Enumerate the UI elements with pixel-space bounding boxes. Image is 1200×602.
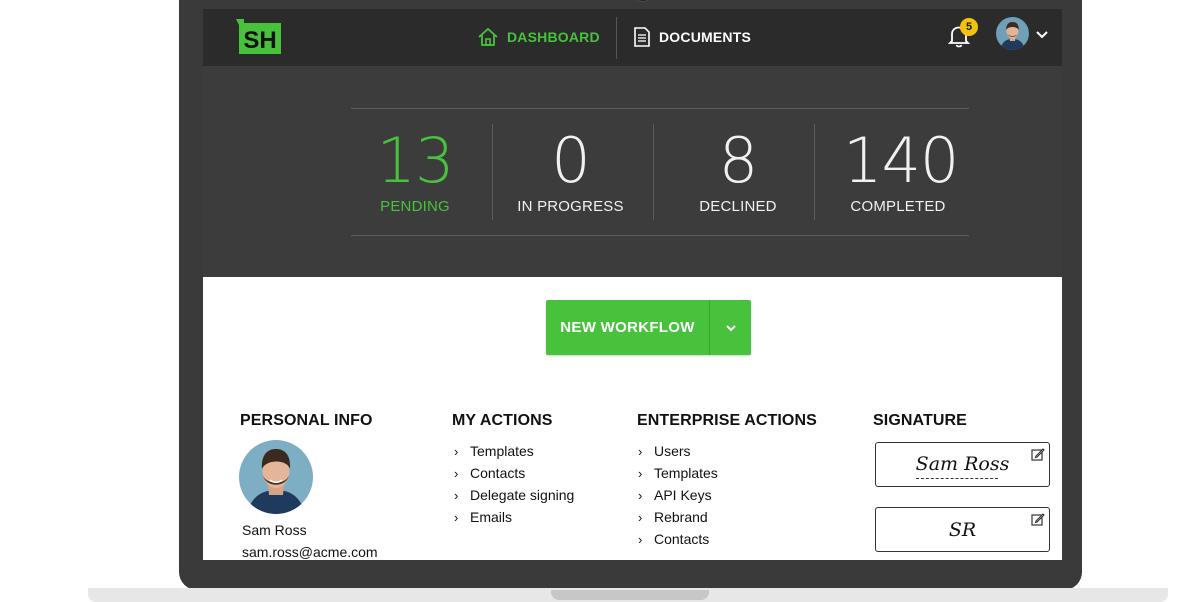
document-icon: [634, 27, 650, 47]
signature-full-box[interactable]: Sam Ross: [875, 442, 1050, 487]
signature-initials-text: SR: [948, 519, 977, 541]
signature-initials-box[interactable]: SR: [875, 507, 1050, 552]
workflow-dropdown-toggle[interactable]: [710, 300, 751, 355]
stats-top-rule: [351, 108, 969, 109]
stats-panel: 13 PENDING 0 IN PROGRESS 8 DECLINED 140 …: [203, 66, 1062, 277]
profile-email: sam.ross@acme.com: [242, 544, 378, 560]
my-actions-list: › Templates › Contacts › Delegate signing ›…: [454, 440, 574, 528]
list-item-label: Delegate signing: [470, 487, 575, 503]
home-icon: [478, 27, 498, 46]
list-item-label: Templates: [470, 443, 534, 459]
my-action-templates[interactable]: › Templates: [454, 440, 574, 462]
chevron-right-icon: ›: [454, 465, 459, 481]
my-actions-title: MY ACTIONS: [452, 412, 553, 429]
chevron-right-icon: ›: [454, 509, 459, 525]
stat-in-progress-label: IN PROGRESS: [517, 198, 624, 215]
my-action-contacts[interactable]: › Contacts: [454, 462, 574, 484]
enterprise-actions-title: ENTERPRISE ACTIONS: [637, 412, 817, 429]
sh-logo[interactable]: SH: [236, 19, 282, 55]
enterprise-actions-list: › Users › Templates › API Keys › Rebrand › Co…: [638, 440, 718, 550]
nav-dashboard-label: DASHBOARD: [507, 29, 600, 45]
nav-documents[interactable]: DOCUMENTS: [633, 23, 751, 51]
edit-icon[interactable]: [1031, 512, 1045, 526]
profile-name: Sam Ross: [242, 522, 307, 538]
chevron-right-icon: ›: [638, 443, 643, 459]
stat-completed-label: COMPLETED: [850, 198, 946, 215]
chevron-right-icon: ›: [638, 465, 643, 481]
new-workflow-label: NEW WORKFLOW: [560, 319, 695, 336]
stat-declined[interactable]: 8 DECLINED: [693, 124, 783, 216]
signature-title: SIGNATURE: [873, 412, 967, 429]
signature-full-text: Sam Ross: [915, 453, 1010, 475]
stat-pending[interactable]: 13 PENDING: [370, 124, 460, 216]
list-item-label: Emails: [470, 509, 513, 525]
chevron-right-icon: ›: [638, 487, 643, 503]
enterprise-action-templates[interactable]: › Templates: [638, 462, 718, 484]
my-action-delegate-signing[interactable]: › Delegate signing: [454, 484, 574, 506]
edit-icon[interactable]: [1031, 447, 1045, 461]
chevron-right-icon: ›: [454, 487, 459, 503]
stat-divider: [814, 124, 815, 220]
chevron-right-icon: ›: [638, 509, 643, 525]
enterprise-action-rebrand[interactable]: › Rebrand: [638, 506, 718, 528]
list-item-label: Templates: [654, 465, 718, 481]
my-action-emails[interactable]: › Emails: [454, 506, 574, 528]
personal-info-title: PERSONAL INFO: [240, 412, 373, 429]
stat-pending-label: PENDING: [380, 198, 450, 215]
nav-dashboard[interactable]: DASHBOARD: [477, 23, 600, 51]
stat-pending-value: 13: [376, 124, 455, 197]
user-avatar[interactable]: [996, 17, 1029, 50]
enterprise-action-api-keys[interactable]: › API Keys: [638, 484, 718, 506]
chevron-down-icon[interactable]: [1035, 30, 1049, 40]
stat-in-progress-value: 0: [551, 124, 590, 197]
profile-photo: [239, 440, 313, 514]
chevron-down-icon: [725, 324, 736, 331]
logo-text: SH: [243, 27, 276, 54]
chevron-right-icon: ›: [454, 443, 459, 459]
stats-bottom-rule: [351, 235, 969, 236]
stat-completed-value: 140: [843, 124, 959, 197]
profile-avatar[interactable]: [239, 440, 313, 514]
nav-divider: [616, 17, 617, 59]
laptop-notch: [551, 590, 709, 600]
list-item-label: Contacts: [654, 531, 710, 547]
list-item-label: Users: [654, 443, 691, 459]
stat-declined-label: DECLINED: [699, 198, 777, 215]
list-item-label: Contacts: [470, 465, 526, 481]
enterprise-action-users[interactable]: › Users: [638, 440, 718, 462]
stat-completed[interactable]: 140 COMPLETED: [843, 124, 959, 216]
new-workflow-button[interactable]: NEW WORKFLOW: [546, 300, 751, 355]
stat-divider: [492, 124, 493, 220]
enterprise-action-contacts[interactable]: › Contacts: [638, 528, 718, 550]
list-item-label: API Keys: [654, 487, 712, 503]
stat-declined-value: 8: [718, 124, 758, 197]
stat-divider: [653, 124, 654, 220]
stat-in-progress[interactable]: 0 IN PROGRESS: [513, 124, 628, 216]
list-item-label: Rebrand: [654, 509, 708, 525]
signature-baseline: [916, 478, 998, 479]
chevron-right-icon: ›: [638, 531, 643, 547]
app-screen: SH DASHBOARD DOCUMENTS 5 13 PENDING 0 IN…: [203, 9, 1062, 560]
top-nav: SH DASHBOARD DOCUMENTS 5: [203, 9, 1062, 66]
nav-documents-label: DOCUMENTS: [659, 29, 752, 45]
notification-badge: 5: [960, 18, 978, 36]
avatar-image: [996, 17, 1029, 50]
